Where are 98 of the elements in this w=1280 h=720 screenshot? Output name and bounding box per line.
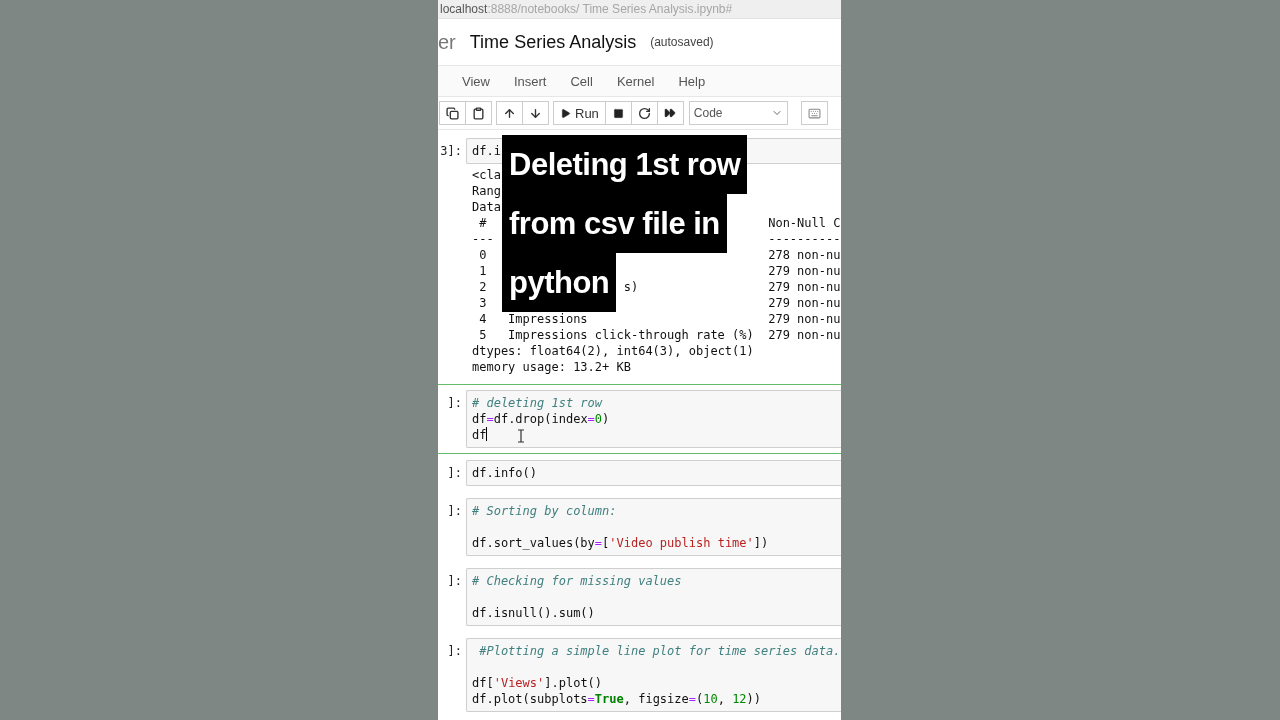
stop-icon [612,107,624,119]
menu-item[interactable]: Help [666,73,718,89]
paste-button[interactable] [465,101,492,125]
move-up-button[interactable] [496,101,523,125]
text-caret [486,427,488,441]
fast-forward-button[interactable] [656,101,684,125]
input-prompt: ]: [447,395,463,412]
move-down-button[interactable] [522,101,549,125]
stop-button[interactable] [604,101,632,125]
code-text: # deleting 1st row [472,396,603,410]
logo-text: er [438,30,456,54]
output-text: 279 non-nu [768,327,841,343]
code-text: ]) [753,536,769,550]
input-prompt: ]: [447,465,463,482]
code-text: ( [696,692,704,706]
code-text: = [587,412,595,426]
menu-item[interactable]: Insert [501,73,559,89]
code-text: ].plot() [544,676,603,690]
output-text: 3 [478,296,487,310]
input-prompt: 3]: [440,143,463,160]
code-input[interactable]: df.info() [466,460,841,486]
code-input[interactable]: # deleting 1st row df=df.drop(index=0) df [466,390,841,448]
address-bar[interactable]: localhost:8888/notebooks/ Time Series Analysis.ipynb# [438,0,841,19]
code-text: # Checking for missing values [472,574,682,588]
play-icon [560,107,571,119]
code-text: [ [602,536,610,550]
code-input[interactable]: # Sorting by column: df.sort_values(by=['Video publish time']) [466,498,841,556]
code-text: 0 [594,412,603,426]
code-text: # Sorting by column: [472,504,617,518]
code-text: df.sort_values(by [472,536,595,550]
menu-item[interactable]: Kernel [604,73,667,89]
output-text: 1 [478,264,487,278]
code-text: df.i [472,144,501,158]
code-text: , figsize [623,692,689,706]
code-text: 'Video publish time' [609,536,754,550]
output-text: 5 [478,328,487,342]
code-text: = [594,536,603,550]
code-input[interactable]: #Plotting a simple line plot for time series data. df['Views'].plot() df.plot(subplots=True, figsize=(10, 12)) [466,638,841,712]
restart-button[interactable] [630,101,658,125]
output-text: --- [472,232,494,246]
code-text: 'Views' [493,676,545,690]
copy-button[interactable] [439,101,466,125]
output-text: # [478,216,487,230]
code-text: ) [602,412,610,426]
copy-icon [446,106,459,120]
cell-type-select[interactable]: Code [688,101,788,125]
code-text: 10 [703,692,718,706]
input-prompt: ]: [447,573,463,590]
output-text: 0 [478,248,487,262]
output-text: 279 non-nu [768,279,841,295]
code-text: df [472,428,487,442]
url-text: localhost:8888/notebooks/ Time Series Analysis.ipynb# [440,2,733,16]
output-text: <cla [472,167,501,183]
run-button[interactable]: Run [553,101,606,125]
keyboard-icon [807,106,821,120]
code-text: df [472,412,487,426]
code-text: = [688,692,696,706]
output-text: 279 non-nu [768,295,841,311]
code-text: 12 [732,692,747,706]
output-text: Data [472,199,501,215]
selected-cell[interactable]: ]: # deleting 1st row df=df.drop(index=0) df [438,384,841,454]
output-text: Impressions click-through rate (%) [508,327,754,343]
code-text: = [486,412,494,426]
code-text: df.plot(subplots [472,692,588,706]
menu-item[interactable]: View [450,73,502,89]
output-text: 279 non-nu [768,311,841,327]
input-prompt: ]: [447,643,463,660]
clipboard-icon [472,106,485,120]
output-text: s) [623,279,639,295]
arrow-down-icon [529,106,542,120]
notebook-title[interactable]: Time Series Analysis [469,31,637,53]
restart-icon [637,106,651,120]
code-input[interactable]: # Checking for missing values df.isnull().sum() [466,568,841,626]
output-text: 279 non-nu [768,263,841,279]
output-text: 278 non-nu [768,247,841,263]
code-text: , [717,692,726,706]
fast-forward-icon [664,107,677,119]
output-text: dtypes: float64(2), int64(3), object(1) [472,343,754,359]
code-text: True [594,692,624,706]
code-text: #Plotting a simple line plot for time series data. [478,644,841,658]
menu-item[interactable]: Cell [558,73,605,89]
code-text: df.drop(index [493,412,588,426]
code-text: )) [746,692,762,706]
code-text: df[ [472,676,494,690]
output-text: 4 [478,312,487,326]
output-text: memory usage: 13.2+ KB [472,359,631,375]
code-text: df.isnull().sum() [472,606,595,620]
input-prompt: ]: [447,503,463,520]
output-text: Rang [472,183,501,199]
output-text: 2 [478,280,487,294]
output-text: Non-Null C [768,215,841,231]
output-text: ---------- [768,231,841,247]
code-text: = [587,692,595,706]
text-cursor-icon [517,429,525,443]
code-text: df.info() [472,466,538,480]
output-text: Impressions [508,311,588,327]
save-status: (autosaved) [650,35,714,49]
arrow-up-icon [503,106,516,120]
